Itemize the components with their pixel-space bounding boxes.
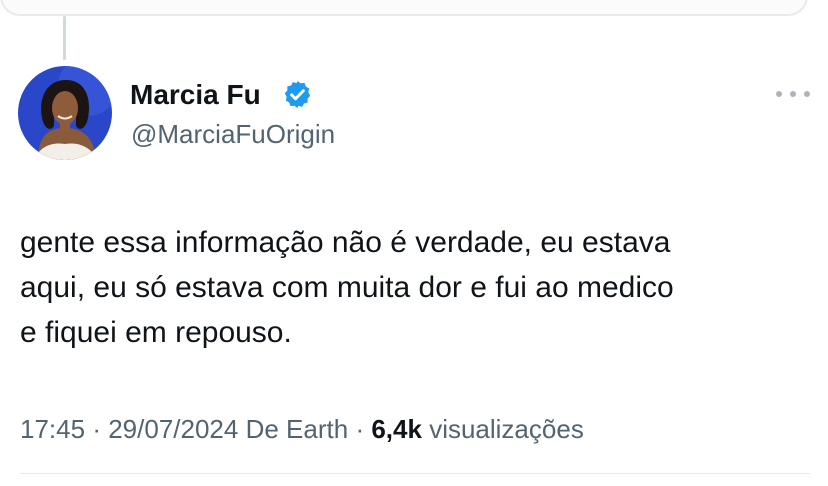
more-options-icon[interactable] [776, 82, 810, 106]
more-dot [776, 91, 782, 97]
tweet-text-line: gente essa informação não é verdade, eu … [20, 226, 671, 259]
tweet-date[interactable]: 29/07/2024 [108, 414, 238, 444]
tweet-body: gente essa informação não é verdade, eu … [20, 220, 820, 355]
divider [20, 473, 810, 474]
avatar[interactable] [18, 66, 112, 160]
tweet-source: De Earth [245, 414, 349, 444]
more-dot [804, 91, 810, 97]
tweet-time[interactable]: 17:45 [20, 414, 85, 444]
meta-separator: · [355, 414, 365, 444]
tweet-text-line: aqui, eu só estava com muita dor e fui a… [20, 271, 674, 304]
author-handle[interactable]: @MarciaFuOrigin [131, 118, 335, 150]
thread-connector-line [63, 16, 66, 60]
views-count[interactable]: 6,4k [371, 414, 422, 444]
avatar-image [18, 66, 112, 160]
quoted-tweet-card[interactable] [0, 0, 808, 16]
author-display-name[interactable]: Marcia Fu [130, 78, 261, 112]
verified-badge-icon [284, 80, 311, 109]
meta-separator: · [92, 414, 101, 444]
tweet-text-line: e fiquei em repouso. [20, 316, 292, 349]
views-label[interactable]: visualizações [429, 414, 584, 444]
tweet-meta: 17:45 · 29/07/2024 De Earth · 6,4k visua… [20, 412, 584, 446]
more-dot [790, 91, 796, 97]
